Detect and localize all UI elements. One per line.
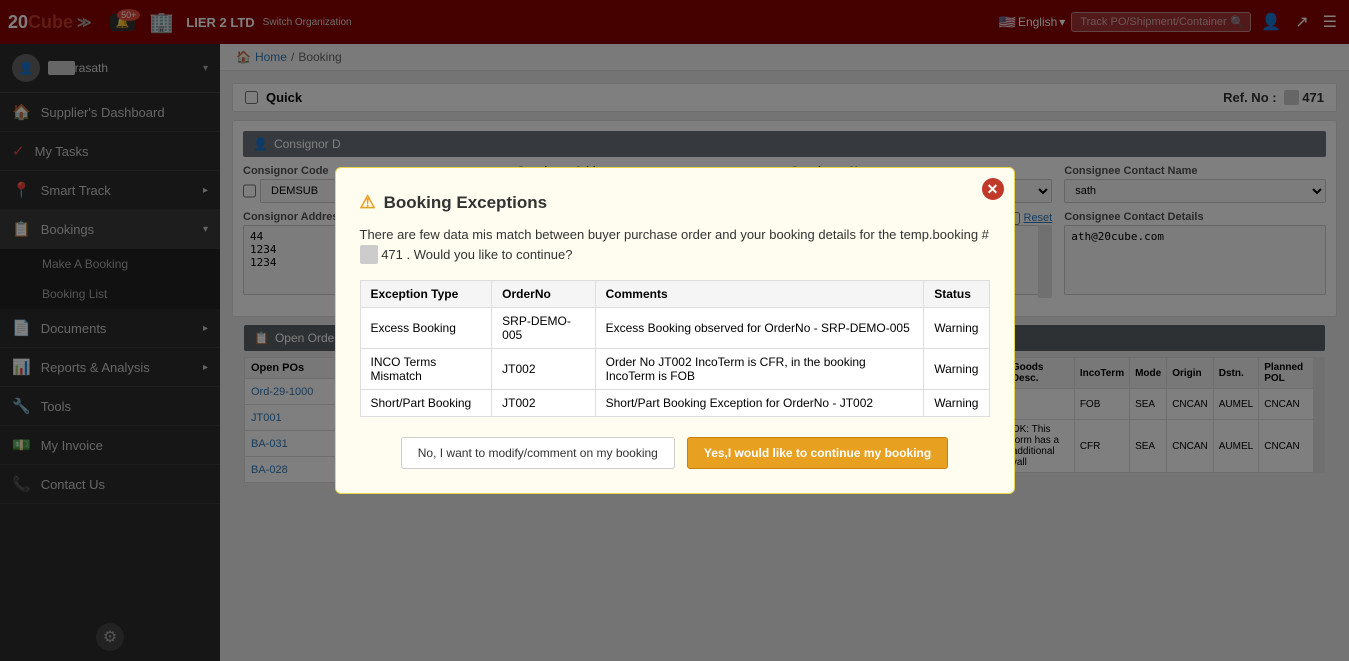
warning-icon: ⚠ xyxy=(360,192,376,213)
modal-actions: No, I want to modify/comment on my booki… xyxy=(360,437,990,469)
exception-row: Short/Part Booking JT002 Short/Part Book… xyxy=(360,390,989,417)
modal-overlay: ✕ ⚠ Booking Exceptions There are few dat… xyxy=(0,0,1349,661)
col-comments: Comments xyxy=(595,281,924,308)
order-no-cell: SRP-DEMO-005 xyxy=(492,308,595,349)
exception-type-cell: INCO Terms Mismatch xyxy=(360,349,492,390)
col-status: Status xyxy=(924,281,989,308)
cancel-booking-button[interactable]: No, I want to modify/comment on my booki… xyxy=(401,437,675,469)
status-cell: Warning xyxy=(924,308,989,349)
exceptions-table: Exception Type OrderNo Comments Status E… xyxy=(360,280,990,417)
modal-description: There are few data mis match between buy… xyxy=(360,225,990,264)
exception-row: Excess Booking SRP-DEMO-005 Excess Booki… xyxy=(360,308,989,349)
modal-close-button[interactable]: ✕ xyxy=(982,178,1004,200)
status-cell: Warning xyxy=(924,390,989,417)
modal-title: ⚠ Booking Exceptions xyxy=(360,192,990,213)
order-no-cell: JT002 xyxy=(492,390,595,417)
exception-type-cell: Excess Booking xyxy=(360,308,492,349)
comment-cell: Order No JT002 IncoTerm is CFR, in the b… xyxy=(595,349,924,390)
col-exception-type: Exception Type xyxy=(360,281,492,308)
comment-cell: Short/Part Booking Exception for OrderNo… xyxy=(595,390,924,417)
exception-type-cell: Short/Part Booking xyxy=(360,390,492,417)
col-order-no: OrderNo xyxy=(492,281,595,308)
status-cell: Warning xyxy=(924,349,989,390)
confirm-booking-button[interactable]: Yes,I would like to continue my booking xyxy=(687,437,948,469)
comment-cell: Excess Booking observed for OrderNo - SR… xyxy=(595,308,924,349)
booking-exceptions-modal: ✕ ⚠ Booking Exceptions There are few dat… xyxy=(335,167,1015,494)
exception-row: INCO Terms Mismatch JT002 Order No JT002… xyxy=(360,349,989,390)
order-no-cell: JT002 xyxy=(492,349,595,390)
